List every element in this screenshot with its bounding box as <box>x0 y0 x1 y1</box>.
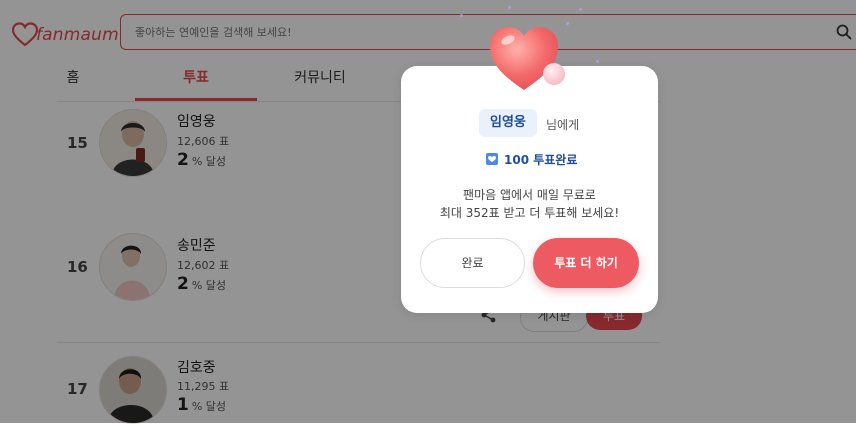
vote-more-button[interactable]: 투표 더 하기 <box>533 238 639 288</box>
sparkle <box>596 60 599 63</box>
promo-message-line2: 최대 352표 받고 더 투표해 보세요! <box>439 206 620 220</box>
heart-icon <box>490 27 565 90</box>
complete-button[interactable]: 완료 <box>420 238 525 288</box>
sparkle <box>508 6 511 9</box>
sparkle <box>579 8 582 11</box>
app: fanmaum 홈 투표 커뮤니티 15 임영웅 12,606 표 <box>0 0 856 424</box>
sparkle <box>460 14 463 17</box>
vote-done-text: 100 투표완료 <box>504 152 578 167</box>
check-heart-icon <box>486 153 498 165</box>
vote-done-line: 100 투표완료 <box>486 150 577 168</box>
promo-message-line1: 팬마음 앱에서 매일 무료로 <box>463 188 596 202</box>
idol-name-chip: 임영웅 <box>479 109 537 137</box>
sparkle <box>566 22 569 25</box>
recipient-suffix: 님에게 <box>546 118 580 132</box>
